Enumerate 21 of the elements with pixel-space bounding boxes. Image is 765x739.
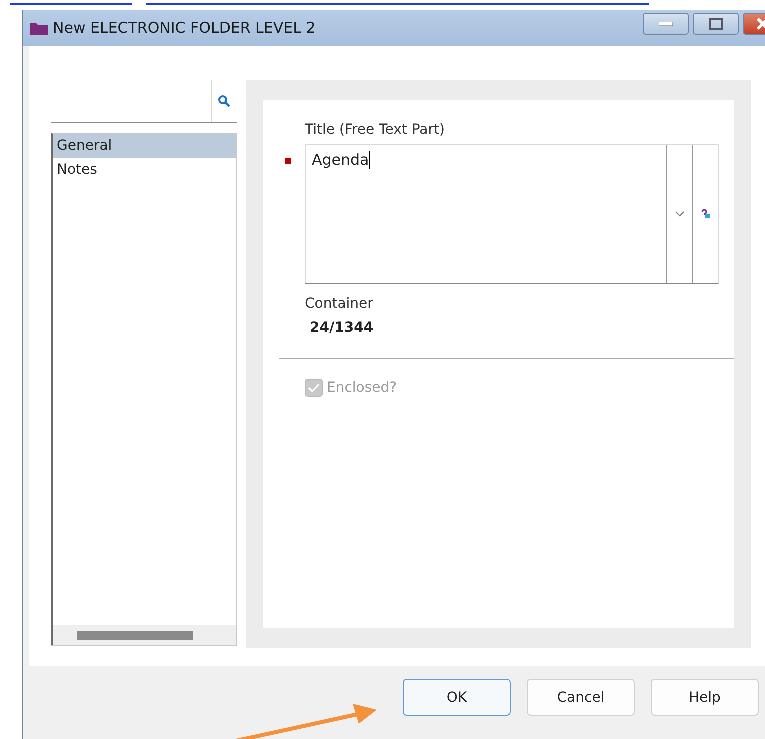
maximize-icon (709, 18, 723, 30)
checkmark-icon (308, 383, 320, 393)
dialog-button[interactable]: Cancel (527, 679, 635, 716)
nav-item[interactable]: Notes (53, 158, 236, 182)
question-icon (700, 209, 710, 219)
chevron-icon (674, 211, 684, 217)
nav-item[interactable]: General (53, 134, 236, 158)
field-label: Container (305, 296, 374, 312)
minimize-icon (659, 22, 673, 26)
folder-icon (29, 20, 49, 36)
dialog-button[interactable]: Help (651, 679, 759, 716)
scrollbar[interactable] (53, 625, 236, 645)
title-field[interactable]: Agenda (305, 144, 719, 284)
minimize-button[interactable] (643, 13, 689, 35)
checkbox-label: Enclosed? (327, 380, 398, 396)
field-label: Title (Free Text Part) (305, 122, 446, 138)
search-icon (218, 94, 231, 108)
dialog-button[interactable]: OK (403, 679, 511, 716)
container-value: 24/1344 (310, 320, 375, 336)
maximize-button[interactable] (693, 13, 739, 35)
window-title: New ELECTRONIC FOLDER LEVEL 2 (53, 19, 317, 37)
